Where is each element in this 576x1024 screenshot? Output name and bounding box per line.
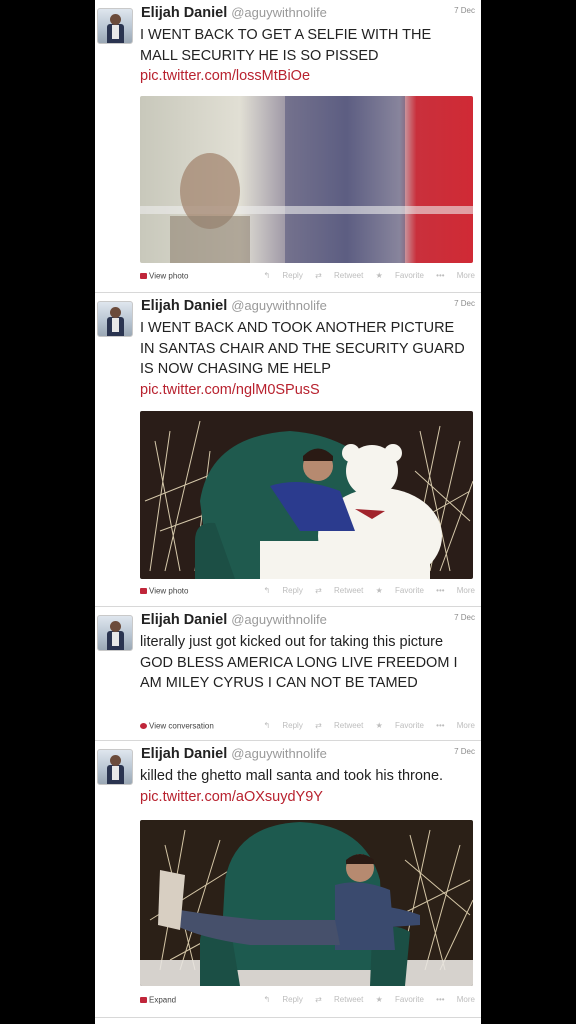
view-photo-link[interactable]: View photo — [140, 271, 188, 280]
retweet-button[interactable]: ⇄ Retweet — [315, 995, 363, 1004]
tweet[interactable]: Elijah Daniel @aguywithnolife 7 Dec kille… — [95, 741, 481, 1018]
author-handle: @aguywithnolife — [231, 5, 327, 20]
tweet[interactable]: Elijah Daniel @aguywithnolife 7 Dec I WEN… — [95, 0, 481, 293]
retweet-button[interactable]: ⇄ Retweet — [315, 271, 363, 280]
expand-link[interactable]: Expand — [140, 995, 176, 1004]
tweet-photo[interactable] — [140, 820, 473, 986]
more-button[interactable]: ••• More — [436, 271, 475, 280]
author-name[interactable]: Elijah Daniel @aguywithnolife — [141, 746, 327, 762]
tweet-footer: View photo ↰ Reply ⇄ Retweet ★ Favorite … — [140, 271, 475, 283]
view-photo-link[interactable]: View photo — [140, 586, 188, 595]
photo-icon — [140, 587, 147, 594]
tweet-date: 7 Dec — [454, 613, 475, 622]
tweet-photo[interactable] — [140, 411, 473, 579]
reply-button[interactable]: ↰ Reply — [263, 271, 302, 280]
favorite-button[interactable]: ★ Favorite — [376, 721, 424, 730]
author-name[interactable]: Elijah Daniel @aguywithnolife — [141, 5, 327, 21]
tweet[interactable]: Elijah Daniel @aguywithnolife 7 Dec I WEN… — [95, 293, 481, 607]
tweet-text: I WENT BACK AND TOOK ANOTHER PICTURE IN … — [140, 320, 465, 398]
reply-button[interactable]: ↰ Reply — [263, 995, 302, 1004]
author-handle: @aguywithnolife — [231, 612, 327, 627]
tweet-column: Elijah Daniel @aguywithnolife 7 Dec I WEN… — [95, 0, 481, 1024]
tweet-text: I WENT BACK TO GET A SELFIE WITH THE MAL… — [140, 27, 432, 84]
view-conversation-link[interactable]: View conversation — [140, 721, 214, 730]
reply-button[interactable]: ↰ Reply — [263, 721, 302, 730]
author-handle: @aguywithnolife — [231, 746, 327, 761]
reply-button[interactable]: ↰ Reply — [263, 586, 302, 595]
tweet-date: 7 Dec — [454, 299, 475, 308]
retweet-button[interactable]: ⇄ Retweet — [315, 586, 363, 595]
more-button[interactable]: ••• More — [436, 586, 475, 595]
tweet-photo[interactable] — [140, 96, 473, 263]
tweet[interactable]: Elijah Daniel @aguywithnolife 7 Dec liter… — [95, 607, 481, 741]
tweet-footer: Expand ↰ Reply ⇄ Retweet ★ Favorite ••• … — [140, 995, 475, 1007]
avatar[interactable] — [97, 749, 133, 785]
favorite-button[interactable]: ★ Favorite — [376, 586, 424, 595]
author-handle: @aguywithnolife — [231, 298, 327, 313]
author-name[interactable]: Elijah Daniel @aguywithnolife — [141, 298, 327, 314]
photo-icon — [140, 272, 147, 279]
more-button[interactable]: ••• More — [436, 721, 475, 730]
tweet-text: literally just got kicked out for taking… — [140, 634, 458, 691]
tweet-text: killed the ghetto mall santa and took hi… — [140, 768, 444, 805]
conversation-icon — [140, 722, 147, 729]
tweet-date: 7 Dec — [454, 6, 475, 15]
author-name[interactable]: Elijah Daniel @aguywithnolife — [141, 612, 327, 628]
favorite-button[interactable]: ★ Favorite — [376, 995, 424, 1004]
photo-link[interactable]: pic.twitter.com/lossMtBiOe — [140, 68, 310, 84]
retweet-button[interactable]: ⇄ Retweet — [315, 721, 363, 730]
avatar[interactable] — [97, 8, 133, 44]
tweet-footer: View photo ↰ Reply ⇄ Retweet ★ Favorite … — [140, 586, 475, 598]
expand-icon — [140, 996, 147, 1003]
avatar[interactable] — [97, 615, 133, 651]
tweet-footer: View conversation ↰ Reply ⇄ Retweet ★ Fa… — [140, 721, 475, 733]
favorite-button[interactable]: ★ Favorite — [376, 271, 424, 280]
more-button[interactable]: ••• More — [436, 995, 475, 1004]
photo-link[interactable]: pic.twitter.com/aOXsuydY9Y — [140, 789, 323, 805]
tweet-date: 7 Dec — [454, 747, 475, 756]
avatar[interactable] — [97, 301, 133, 337]
photo-link[interactable]: pic.twitter.com/nglM0SPusS — [140, 382, 320, 398]
